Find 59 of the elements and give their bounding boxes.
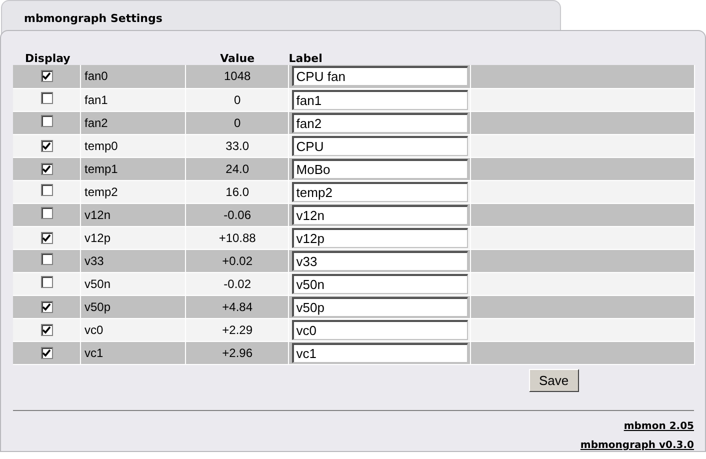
save-button[interactable]: Save — [529, 368, 579, 392]
sensor-name: fan1 — [84, 92, 108, 106]
sensor-value: 16.0 — [226, 184, 250, 198]
sensor-value: +2.29 — [222, 322, 253, 336]
checkbox[interactable] — [40, 70, 53, 82]
sensor-name: fan2 — [84, 116, 108, 130]
label-field[interactable]: MoBo — [292, 158, 468, 178]
label-field[interactable]: vc0 — [292, 320, 468, 340]
sensor-value: 1048 — [224, 69, 251, 84]
checkbox[interactable] — [40, 252, 53, 264]
sensor-name: vc0 — [84, 322, 104, 336]
column-header: Label — [288, 52, 322, 65]
sensor-value: -0.06 — [224, 208, 252, 222]
label-field[interactable]: v50p — [292, 296, 468, 316]
sensor-name: v12n — [84, 208, 111, 222]
label-field[interactable]: fan2 — [292, 112, 468, 132]
label-field[interactable]: CPU — [292, 136, 468, 156]
label-field[interactable]: v50n — [292, 274, 468, 294]
checkbox[interactable] — [40, 114, 53, 126]
sensor-name: fan0 — [84, 69, 108, 84]
sensor-value: 0 — [234, 116, 241, 130]
checkbox[interactable] — [40, 184, 53, 196]
column-header: Display — [25, 52, 70, 65]
label-field[interactable]: temp2 — [292, 182, 468, 202]
column-header: Value — [220, 52, 255, 65]
checkbox[interactable] — [40, 206, 53, 218]
footer-link[interactable]: mbmon 2.05 — [624, 419, 694, 434]
label-field[interactable]: fan1 — [292, 90, 468, 110]
checkbox[interactable] — [40, 276, 53, 288]
checkbox[interactable] — [40, 346, 53, 358]
sensor-name: temp1 — [84, 162, 118, 176]
sensor-value: +4.84 — [222, 300, 253, 314]
label-field[interactable]: v33 — [292, 250, 468, 270]
sensor-name: v50p — [84, 300, 111, 314]
checkbox[interactable] — [40, 92, 53, 104]
checkbox[interactable] — [40, 162, 53, 174]
sensor-value: +10.88 — [218, 230, 256, 244]
label-field[interactable]: vc1 — [292, 342, 468, 362]
label-field[interactable]: v12n — [292, 204, 468, 224]
sensor-name: v33 — [84, 254, 104, 268]
sensor-name: v50n — [84, 276, 111, 290]
sensor-value: +0.02 — [222, 254, 253, 268]
window-title: mbmongraph Settings — [24, 12, 162, 25]
label-field[interactable]: v12p — [292, 228, 468, 248]
footer-link[interactable]: mbmongraph v0.3.0 — [580, 438, 694, 453]
checkbox[interactable] — [40, 232, 53, 244]
sensor-name: v12p — [84, 230, 111, 244]
sensor-value: -0.02 — [224, 276, 252, 290]
checkbox[interactable] — [40, 300, 53, 312]
sensor-name: temp2 — [84, 184, 118, 198]
sensor-value: 33.0 — [226, 138, 250, 152]
checkbox[interactable] — [40, 324, 53, 336]
sensor-value: 0 — [234, 92, 241, 106]
label-field[interactable]: CPU fan — [292, 66, 468, 86]
sensor-name: temp0 — [84, 138, 118, 152]
checkbox[interactable] — [40, 140, 53, 152]
sensor-value: 24.0 — [226, 162, 250, 176]
sensor-name: vc1 — [84, 346, 104, 360]
sensor-value: +2.96 — [222, 346, 253, 360]
